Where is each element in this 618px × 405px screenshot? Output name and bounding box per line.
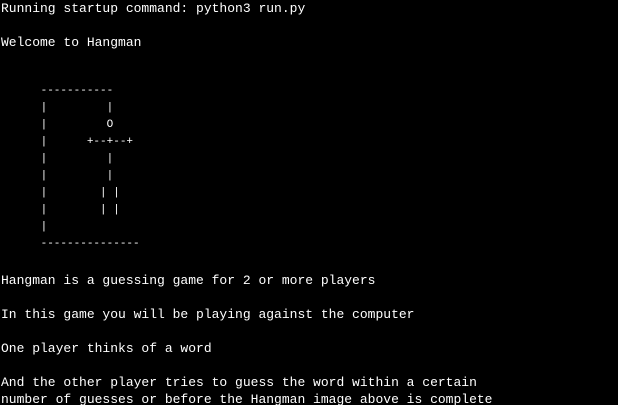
intro-line-players: Hangman is a guessing game for 2 or more…	[1, 273, 376, 288]
welcome-message: Welcome to Hangman	[1, 35, 142, 50]
intro-line-guess-continued: number of guesses or before the Hangman …	[1, 392, 493, 405]
hangman-art-line: -----------	[1, 85, 114, 97]
hangman-ascii-art: ----------- | | | O | +--+--+ | | | | | …	[1, 83, 140, 253]
hangman-art-line: | |	[1, 170, 114, 182]
hangman-art-line: |	[1, 221, 48, 233]
hangman-art-line: | |	[1, 102, 114, 114]
hangman-art-line: | | |	[1, 187, 120, 199]
intro-line-guess: And the other player tries to guess the …	[1, 375, 477, 390]
startup-command-line: Running startup command: python3 run.py	[1, 1, 306, 16]
terminal-window[interactable]: Running startup command: python3 run.py …	[0, 0, 618, 405]
intro-line-opponent: In this game you will be playing against…	[1, 307, 415, 322]
hangman-art-line: | O	[1, 119, 114, 131]
hangman-art-line: | | |	[1, 204, 120, 216]
intro-line-word: One player thinks of a word	[1, 341, 212, 356]
hangman-art-line: | |	[1, 153, 114, 165]
hangman-art-line: ---------------	[1, 238, 140, 250]
hangman-art-line: | +--+--+	[1, 136, 134, 148]
